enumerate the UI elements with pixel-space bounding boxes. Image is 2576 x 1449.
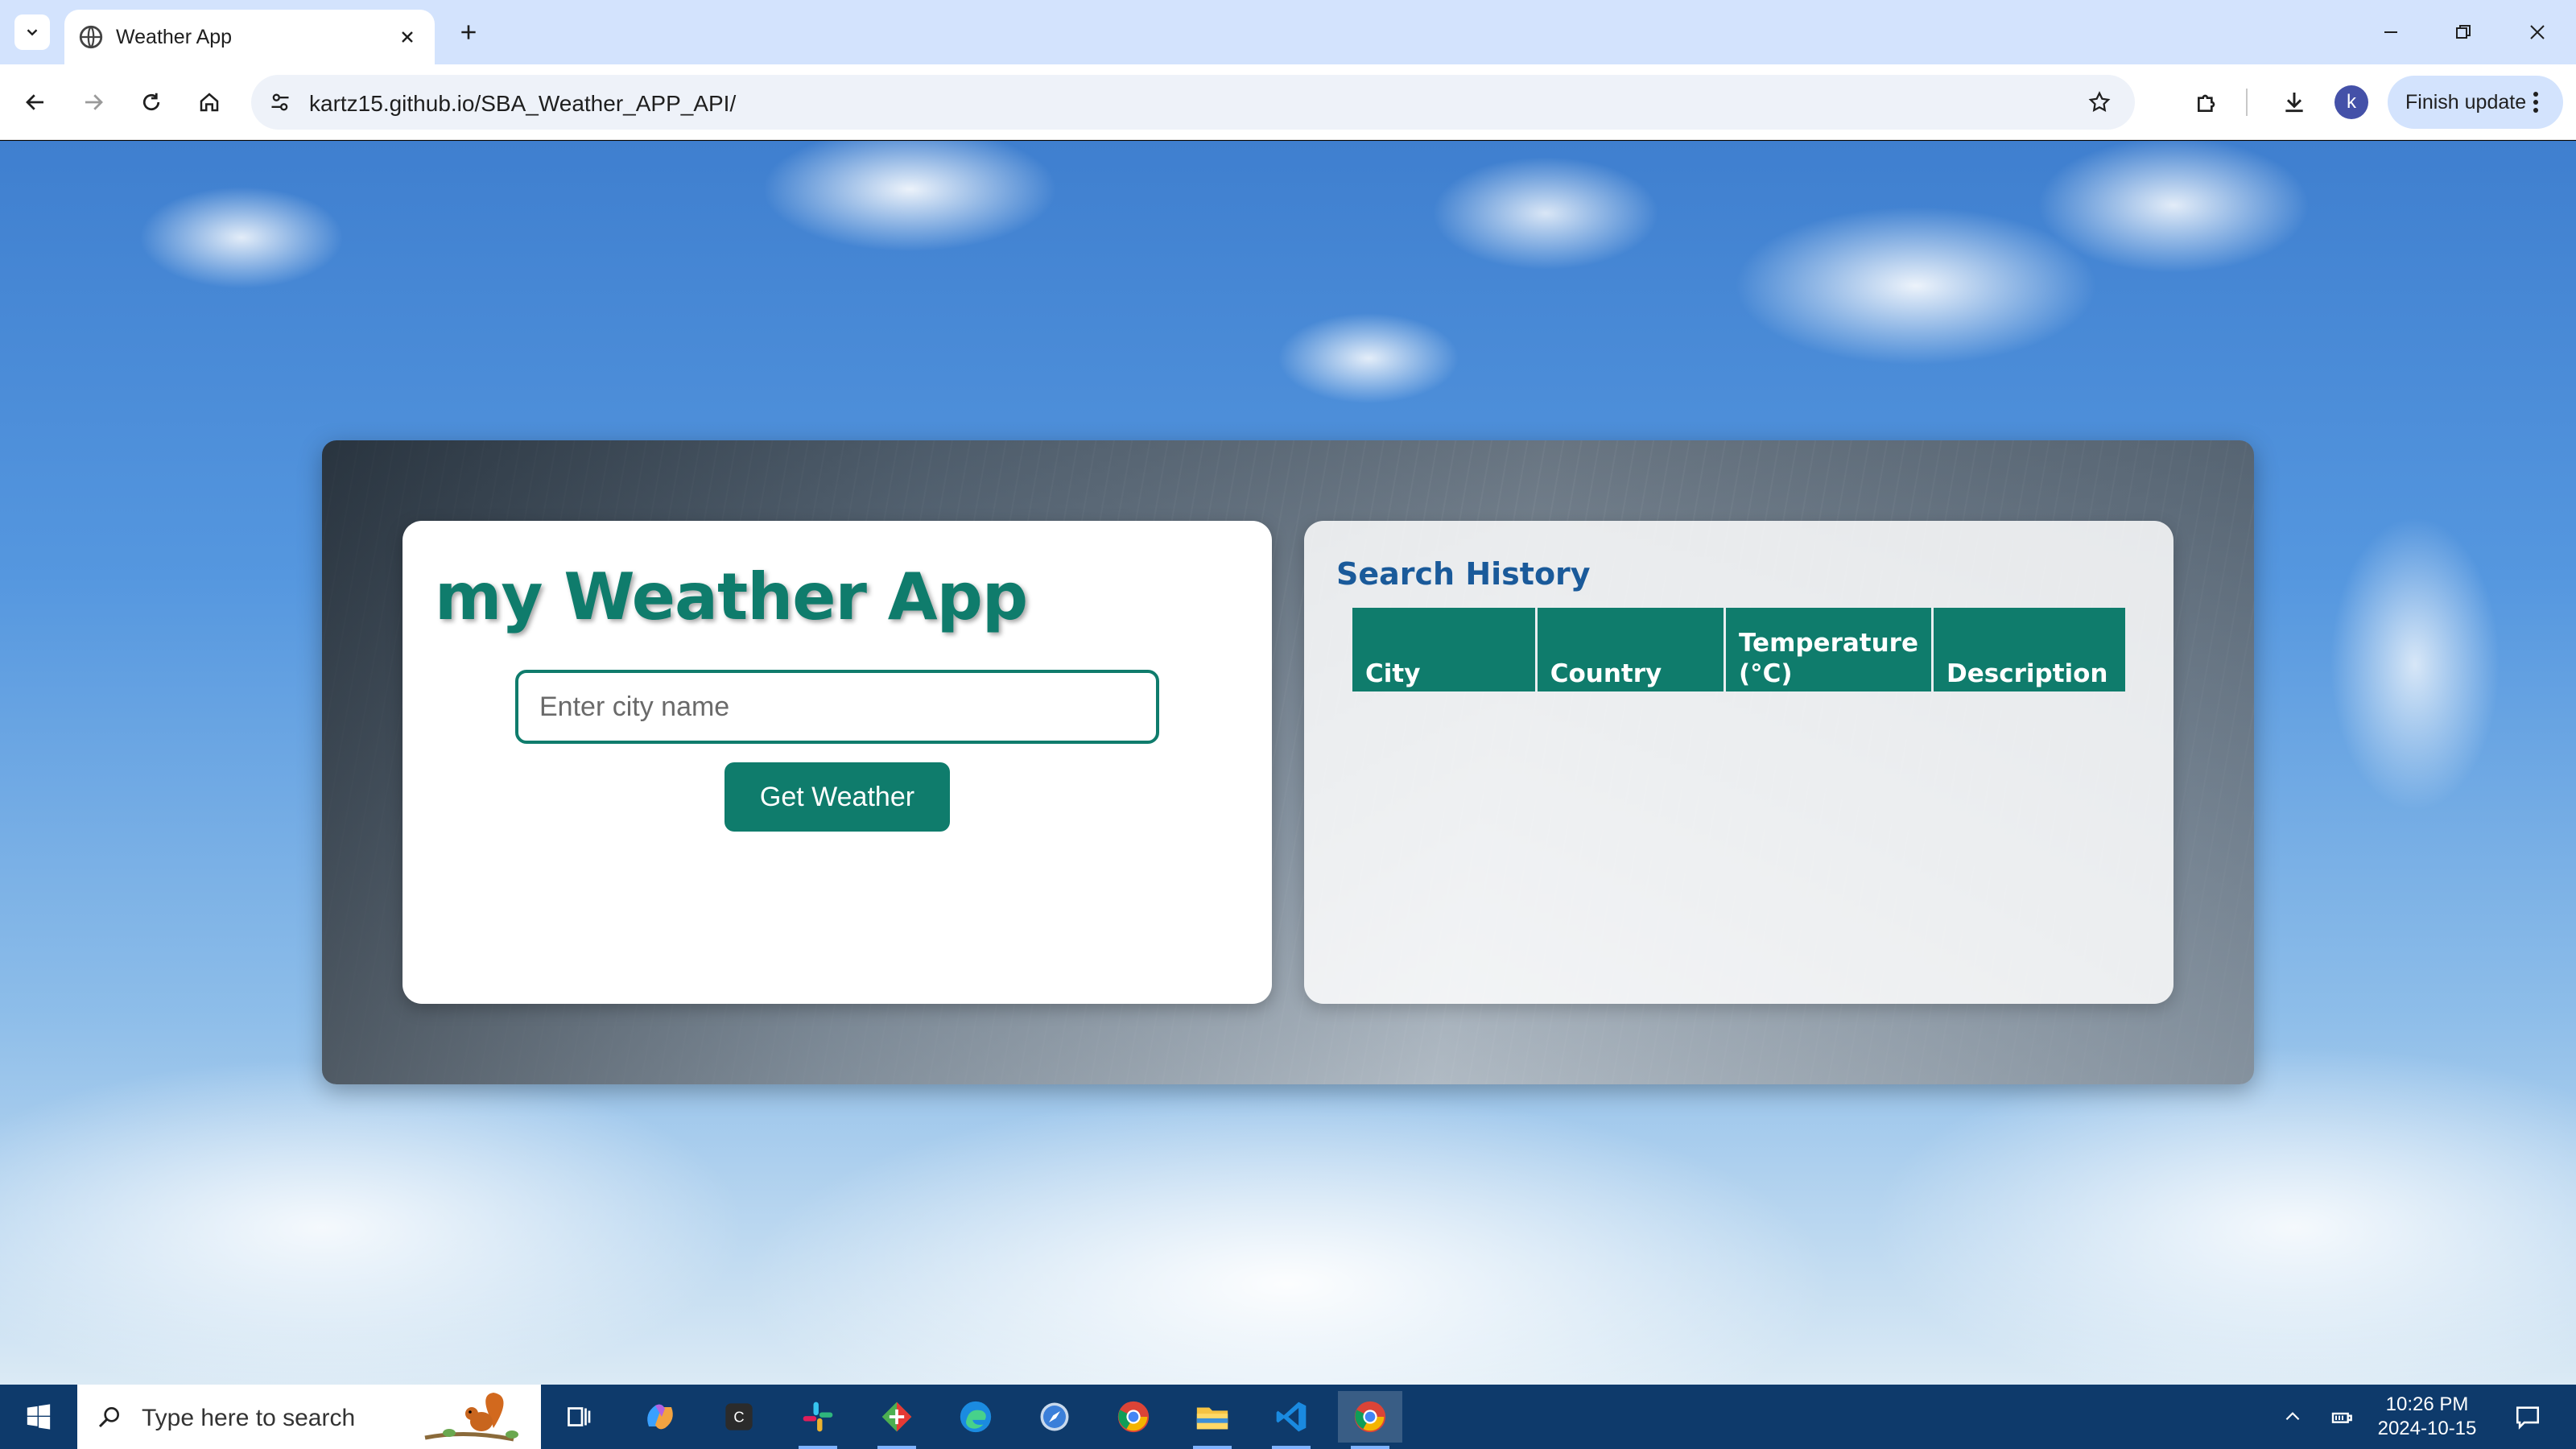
toolbar-divider <box>2246 89 2248 116</box>
tune-icon <box>271 93 289 111</box>
show-hidden-icons-button[interactable] <box>2275 1385 2310 1449</box>
column-header-temperature: Temperature (°C) <box>1724 608 1934 691</box>
taskbar-app-edge[interactable] <box>943 1391 1008 1443</box>
network-icon <box>2331 1412 2352 1423</box>
notification-center-button[interactable] <box>2504 1385 2552 1449</box>
new-tab-button[interactable] <box>451 14 486 50</box>
page-viewport: my Weather App Get Weather Search Histor… <box>0 141 2576 1385</box>
column-header-city: City <box>1352 608 1538 691</box>
taskbar-clock[interactable]: 10:26 PM 2024-10-15 <box>2367 1393 2487 1441</box>
edge-icon <box>960 1401 992 1433</box>
restore-button[interactable] <box>2446 14 2481 50</box>
clock-time: 10:26 PM <box>2385 1393 2469 1415</box>
get-weather-button[interactable]: Get Weather <box>724 762 950 832</box>
forward-button[interactable] <box>74 83 113 122</box>
taskbar-app-file-explorer[interactable] <box>1180 1391 1245 1449</box>
start-button[interactable] <box>0 1385 77 1449</box>
clipchamp-icon: C <box>725 1403 753 1430</box>
folder-icon <box>1196 1407 1228 1430</box>
git-diamond-icon <box>881 1402 912 1432</box>
finish-update-button[interactable]: Finish update <box>2388 76 2563 129</box>
running-indicator <box>1351 1446 1389 1449</box>
profile-avatar[interactable]: k <box>2334 85 2368 119</box>
taskbar-app-compass[interactable] <box>1022 1391 1087 1443</box>
close-icon <box>402 31 413 43</box>
finish-update-label: Finish update <box>2405 91 2527 114</box>
clock-date: 2024-10-15 <box>2377 1418 2477 1439</box>
notification-icon <box>2516 1406 2540 1430</box>
arrow-left-icon <box>26 94 43 110</box>
taskbar-app-slack[interactable] <box>786 1391 850 1449</box>
tab-title: Weather App <box>116 26 233 48</box>
site-info-button[interactable] <box>261 83 299 122</box>
tab-search-button[interactable] <box>14 14 50 50</box>
plus-icon <box>461 25 476 39</box>
search-icon <box>93 1401 126 1433</box>
squirrel-illustration-icon <box>424 1393 518 1442</box>
windows-logo-icon <box>27 1404 51 1430</box>
compass-icon <box>1040 1402 1069 1431</box>
arrow-right-icon <box>85 94 103 110</box>
copilot-icon <box>647 1404 673 1430</box>
bookmark-button[interactable] <box>2080 83 2119 122</box>
address-bar[interactable]: kartz15.github.io/SBA_Weather_APP_API/ <box>251 75 2135 130</box>
running-indicator <box>1193 1446 1232 1449</box>
tab-close-button[interactable] <box>391 21 423 53</box>
taskbar-app-clipchamp[interactable]: C <box>707 1391 771 1443</box>
reload-button[interactable] <box>132 83 171 122</box>
search-history-table: City Country Temperature (°C) Descriptio… <box>1352 608 2125 691</box>
star-outline-icon <box>2088 91 2111 112</box>
slack-icon <box>803 1402 833 1432</box>
restore-icon <box>2456 25 2471 39</box>
chevron-down-icon <box>27 29 38 36</box>
taskbar-app-chrome[interactable] <box>1101 1391 1166 1443</box>
chrome-icon <box>1117 1401 1150 1433</box>
taskbar-app-git-client[interactable] <box>865 1391 929 1449</box>
back-button[interactable] <box>16 83 55 122</box>
home-button[interactable] <box>190 83 229 122</box>
puzzle-icon <box>2198 94 2215 112</box>
column-header-country: Country <box>1536 608 1727 691</box>
weather-container: my Weather App Get Weather Search Histor… <box>322 440 2254 1084</box>
minimize-button[interactable] <box>2373 14 2409 50</box>
download-icon <box>2285 93 2303 113</box>
city-input[interactable] <box>515 670 1159 744</box>
chevron-up-icon <box>2285 1412 2300 1421</box>
running-indicator <box>877 1446 916 1449</box>
taskbar-search[interactable]: Type here to search <box>77 1385 541 1449</box>
taskbar-app-vscode[interactable] <box>1259 1391 1323 1449</box>
app-title: my Weather App <box>435 559 1028 634</box>
search-history-title: Search History <box>1336 556 1591 592</box>
kebab-menu-icon[interactable] <box>2520 86 2552 118</box>
svg-text:C: C <box>733 1409 744 1426</box>
home-icon <box>200 93 219 112</box>
reload-icon <box>142 93 160 111</box>
globe-icon <box>79 25 103 49</box>
downloads-button[interactable] <box>2275 83 2314 122</box>
minimize-icon <box>2384 31 2397 33</box>
close-window-button[interactable] <box>2520 14 2555 50</box>
weather-search-card: my Weather App Get Weather <box>402 521 1272 1004</box>
network-button[interactable] <box>2325 1385 2360 1449</box>
browser-tab[interactable]: Weather App <box>64 10 435 64</box>
search-history-card: Search History City Country Temperature … <box>1304 521 2174 1004</box>
running-indicator <box>1272 1446 1311 1449</box>
chrome-icon <box>1354 1401 1386 1433</box>
taskbar-app-copilot[interactable] <box>628 1391 692 1443</box>
browser-toolbar: kartz15.github.io/SBA_Weather_APP_API/ k… <box>0 64 2576 140</box>
vscode-icon <box>1276 1402 1307 1432</box>
taskbar-search-placeholder: Type here to search <box>142 1405 356 1431</box>
browser-tab-strip: Weather App <box>0 0 2576 64</box>
table-header-row: City Country Temperature (°C) Descriptio… <box>1352 608 2125 691</box>
windows-taskbar: Type here to search C 10:26 PM 2024-10-1… <box>0 1385 2576 1449</box>
task-view-button[interactable] <box>547 1391 612 1443</box>
url-text[interactable]: kartz15.github.io/SBA_Weather_APP_API/ <box>309 91 736 117</box>
column-header-description: Description <box>1932 608 2125 691</box>
taskbar-app-chrome-active[interactable] <box>1338 1391 1402 1449</box>
running-indicator <box>799 1446 837 1449</box>
extensions-button[interactable] <box>2188 83 2227 122</box>
close-icon <box>2530 25 2545 39</box>
task-view-icon <box>568 1407 591 1426</box>
